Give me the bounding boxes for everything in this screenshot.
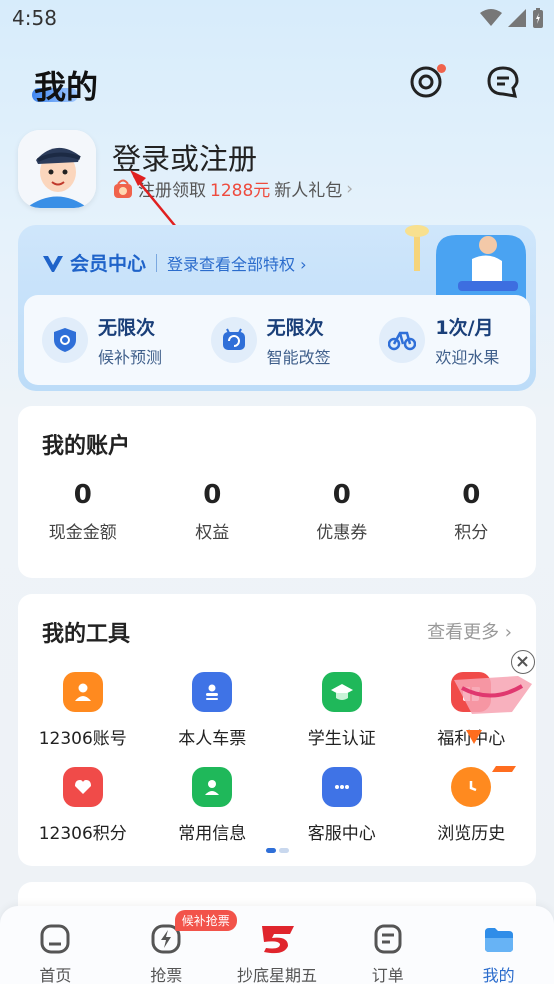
stat-label: 权益 [195, 523, 230, 543]
perk-waitlist-prediction[interactable]: 无限次 候补预测 [24, 295, 193, 385]
tab-label: 抄底星期五 [236, 966, 317, 984]
profile-folder-icon [484, 928, 513, 952]
close-icon [517, 656, 528, 667]
tool-12306-account[interactable]: 12306账号 [18, 672, 148, 749]
member-illustration [405, 225, 526, 305]
divider [156, 253, 158, 272]
ticket-icon [192, 672, 233, 712]
page-dot [279, 848, 289, 853]
perk-main: 无限次 [266, 316, 324, 339]
tools-title: 我的工具 [42, 622, 131, 647]
account-cash[interactable]: 0 现金金额 [18, 480, 148, 543]
tool-label: 学生认证 [307, 729, 376, 749]
member-login-link[interactable]: 登录查看全部特权 › [167, 251, 307, 275]
tool-customer-service[interactable]: 客服中心 [277, 767, 407, 844]
page-dot-active [266, 848, 276, 853]
bicycle-icon [379, 317, 426, 363]
tab-home[interactable]: 首页 [0, 906, 111, 984]
perk-smart-rebook[interactable]: 无限次 智能改签 [193, 295, 362, 385]
account-coupons[interactable]: 0 优惠券 [277, 480, 407, 543]
stat-value: 0 [73, 480, 92, 510]
tab-label: 首页 [39, 966, 72, 984]
tool-label: 12306账号 [38, 729, 127, 749]
tool-my-tickets[interactable]: 本人车票 [148, 672, 278, 749]
perk-main: 无限次 [98, 316, 156, 339]
account-card: 我的账户 0 现金金额 0 权益 0 优惠券 0 积分 [18, 406, 536, 578]
tool-label: 浏览历史 [437, 824, 506, 844]
contact-icon [192, 767, 233, 807]
chat-icon [321, 767, 362, 807]
tool-label: 常用信息 [178, 824, 247, 844]
stat-value: 0 [203, 480, 222, 510]
account-title: 我的账户 [42, 434, 131, 459]
graduation-cap-icon [321, 672, 362, 712]
page-indicator [266, 848, 289, 853]
member-center-card[interactable]: 会员中心 登录查看全部特权 › 无限次 候补预测 无限次 智能改签 1次/月 欢… [18, 225, 536, 391]
home-icon [40, 924, 70, 954]
stat-label: 优惠券 [316, 523, 368, 543]
stat-value: 0 [462, 480, 481, 510]
bottom-tab-bar: 首页 候补抢票 抢票 抄底星期五 订单 我的 [0, 906, 554, 984]
order-icon [374, 924, 402, 954]
account-points[interactable]: 0 积分 [407, 480, 537, 543]
perk-sub: 欢迎水果 [435, 347, 500, 367]
perk-welcome-fruit[interactable]: 1次/月 欢迎水果 [361, 295, 530, 385]
tool-label: 客服中心 [307, 824, 376, 844]
tool-12306-points[interactable]: 12306积分 [18, 767, 148, 844]
perk-main: 1次/月 [435, 316, 494, 339]
account-icon [62, 672, 103, 712]
tab-bargain-friday[interactable]: 抄底星期五 [222, 906, 333, 984]
tool-label: 本人车票 [178, 729, 247, 749]
tool-browse-history[interactable]: 浏览历史 [407, 767, 537, 844]
tool-student-verify[interactable]: 学生认证 [277, 672, 407, 749]
member-header: 会员中心 登录查看全部特权 › [42, 249, 307, 276]
tab-grab-ticket[interactable]: 候补抢票 抢票 [111, 906, 237, 984]
member-perks: 无限次 候补预测 无限次 智能改签 1次/月 欢迎水果 [24, 295, 530, 385]
perk-sub: 候补预测 [98, 347, 163, 367]
shield-icon [42, 317, 88, 363]
member-title: 会员中心 [70, 253, 147, 275]
perk-sub: 智能改签 [266, 347, 331, 367]
tool-common-info[interactable]: 常用信息 [148, 767, 278, 844]
page-title: 我的 [34, 68, 99, 106]
close-promo-button[interactable] [511, 650, 535, 674]
floating-promo-banner[interactable] [452, 674, 534, 774]
stat-value: 0 [332, 480, 351, 510]
tab-label: 抢票 [150, 966, 183, 984]
stat-label: 积分 [454, 523, 489, 543]
tab-orders[interactable]: 订单 [332, 906, 443, 984]
stat-label: 现金金额 [48, 523, 117, 543]
tool-label: 12306积分 [38, 824, 127, 844]
friday-five-icon [261, 926, 294, 954]
account-benefits[interactable]: 0 权益 [148, 480, 278, 543]
crown-icon [43, 255, 63, 272]
tab-mine[interactable]: 我的 [443, 906, 554, 984]
view-more-link[interactable]: 查看更多 › [427, 618, 512, 644]
swap-icon [210, 317, 257, 363]
points-icon [62, 767, 103, 807]
account-stats: 0 现金金额 0 权益 0 优惠券 0 积分 [18, 480, 536, 543]
tab-label: 我的 [482, 966, 515, 984]
tab-label: 订单 [371, 966, 404, 984]
